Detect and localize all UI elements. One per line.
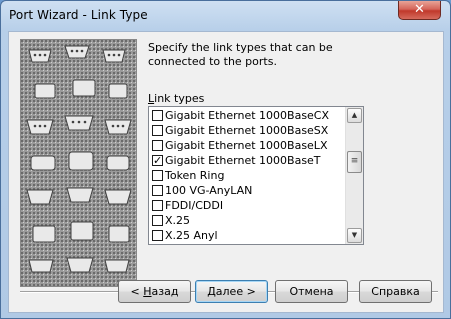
mnemonic-underline: Н bbox=[143, 285, 152, 298]
list-item-label: 100 VG-AnyLAN bbox=[165, 184, 253, 197]
vertical-scrollbar[interactable]: ▲ ≡ ▼ bbox=[345, 107, 363, 244]
window-title: Port Wizard - Link Type bbox=[9, 8, 148, 22]
list-item-label: Token Ring bbox=[165, 169, 225, 182]
list-item[interactable]: Gigabit Ethernet 1000BaseCX bbox=[152, 108, 329, 123]
scroll-down-button[interactable]: ▼ bbox=[347, 228, 362, 243]
close-button[interactable]: ✕ bbox=[398, 1, 441, 20]
list-item[interactable]: X.25 bbox=[152, 213, 190, 228]
list-item[interactable]: Token Ring bbox=[152, 168, 224, 183]
checkbox-icon[interactable] bbox=[152, 200, 163, 211]
help-button[interactable]: Справка bbox=[359, 280, 432, 303]
mnemonic-underline: Д bbox=[207, 285, 216, 298]
link-types-listbox[interactable]: Gigabit Ethernet 1000BaseCX Gigabit Ether… bbox=[148, 106, 364, 245]
checkbox-icon[interactable] bbox=[152, 170, 163, 181]
checkbox-icon[interactable] bbox=[152, 140, 163, 151]
list-item[interactable]: Gigabit Ethernet 1000BaseT bbox=[152, 153, 321, 168]
list-item[interactable]: Gigabit Ethernet 1000BaseLX bbox=[152, 138, 327, 153]
list-item-label: Gigabit Ethernet 1000BaseSX bbox=[165, 124, 329, 137]
link-types-label-rest: ink types bbox=[154, 92, 205, 105]
checkbox-icon[interactable] bbox=[152, 230, 163, 241]
checkbox-icon[interactable] bbox=[152, 110, 163, 121]
close-icon: ✕ bbox=[414, 2, 425, 17]
scroll-up-button[interactable]: ▲ bbox=[347, 108, 362, 123]
link-types-label: Link types bbox=[148, 92, 204, 105]
cancel-button[interactable]: Отмена bbox=[275, 280, 348, 303]
checkbox-icon[interactable] bbox=[152, 153, 163, 168]
back-button[interactable]: < Назад bbox=[118, 280, 191, 303]
list-item-label: Gigabit Ethernet 1000BaseT bbox=[165, 154, 321, 167]
wizard-window: Port Wizard - Link Type ✕ Specify the li… bbox=[0, 0, 451, 319]
dialog-client-area: Specify the link types that can be conne… bbox=[8, 31, 444, 313]
checkbox-icon[interactable] bbox=[152, 185, 163, 196]
list-item[interactable]: 100 VG-AnyLAN bbox=[152, 183, 252, 198]
checkbox-icon[interactable] bbox=[152, 215, 163, 226]
wizard-banner-image bbox=[20, 39, 137, 287]
list-item[interactable]: FDDI/CDDI bbox=[152, 198, 223, 213]
list-item-label: X.25 bbox=[165, 214, 191, 227]
list-item[interactable]: Gigabit Ethernet 1000BaseSX bbox=[152, 123, 328, 138]
chevron-down-icon: ▼ bbox=[351, 231, 358, 239]
title-bar[interactable]: Port Wizard - Link Type ✕ bbox=[1, 1, 450, 31]
instruction-text: Specify the link types that can be conne… bbox=[148, 41, 333, 68]
chevron-up-icon: ▲ bbox=[351, 111, 358, 119]
checkbox-icon[interactable] bbox=[152, 125, 163, 136]
list-item-label: Gigabit Ethernet 1000BaseLX bbox=[165, 139, 328, 152]
list-item-label: X.25 Anyl bbox=[165, 229, 218, 242]
grip-icon: ≡ bbox=[350, 156, 359, 166]
list-item[interactable]: X.25 Anyl bbox=[152, 228, 218, 243]
list-item-label: FDDI/CDDI bbox=[165, 199, 224, 212]
list-item-label: Gigabit Ethernet 1000BaseCX bbox=[165, 109, 330, 122]
next-button[interactable]: Далее > bbox=[195, 280, 268, 303]
scroll-thumb[interactable]: ≡ bbox=[347, 151, 362, 173]
